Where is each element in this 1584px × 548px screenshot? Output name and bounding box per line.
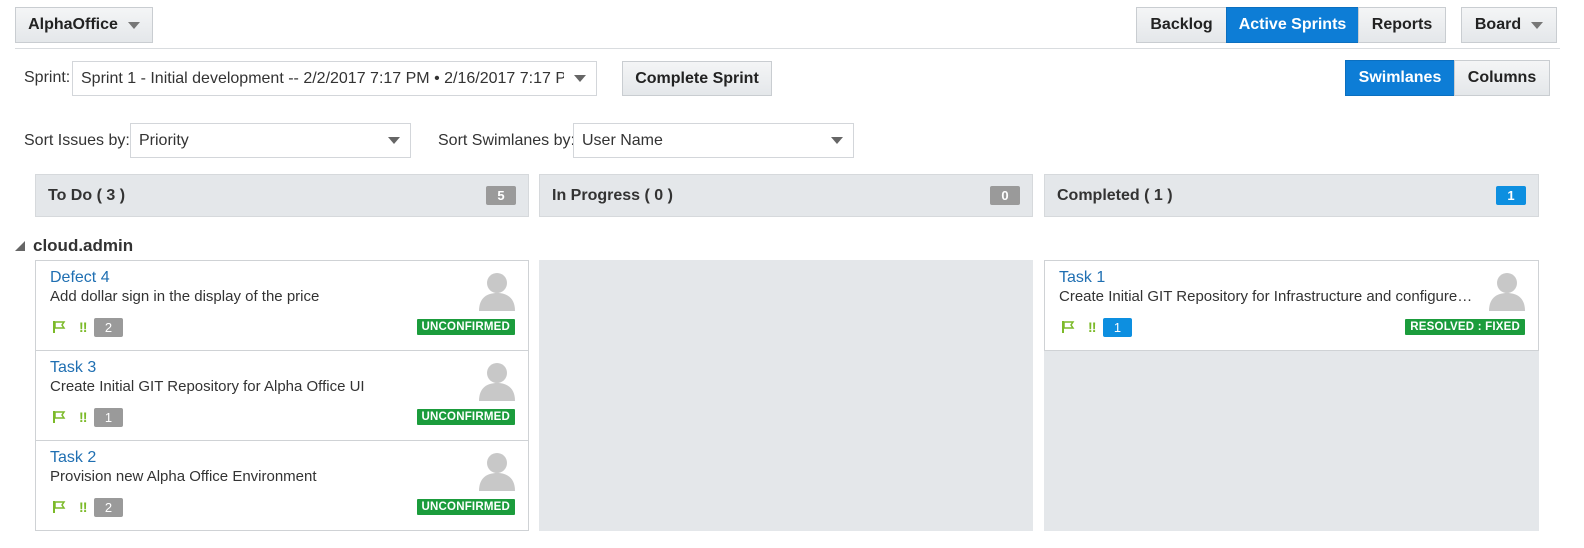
issue-summary: Add dollar sign in the display of the pr… [50,288,320,305]
columns-label: Columns [1467,69,1537,86]
priority-icon: ‼ [79,319,88,335]
column-title: Completed ( 1 ) [1057,186,1173,204]
issue-key-link[interactable]: Task 2 [50,449,96,467]
priority-icon: ‼ [79,409,88,425]
swimlane-name: cloud.admin [33,236,134,255]
issue-card[interactable]: Task 1 Create Initial GIT Repository for… [1044,260,1539,351]
project-name: AlphaOffice [28,16,118,33]
lane-in-progress [539,260,1033,531]
user-avatar-icon [479,273,515,311]
complete-sprint-label: Complete Sprint [635,69,759,87]
active-sprints-label: Active Sprints [1238,16,1347,33]
column-header-todo: To Do ( 3 ) 5 [35,174,529,217]
backlog-button[interactable]: Backlog [1136,7,1227,43]
sort-swimlanes-value: User Name [582,131,663,149]
issue-summary: Create Initial GIT Repository for Alpha … [50,378,365,395]
reports-button[interactable]: Reports [1358,7,1446,43]
board-dropdown[interactable]: Board [1461,7,1557,43]
status-badge: UNCONFIRMED [416,319,515,335]
sort-issues-select[interactable]: Priority [130,123,411,158]
user-avatar-icon [1489,273,1525,311]
priority-icon: ‼ [79,499,88,515]
columns-toggle[interactable]: Columns [1454,60,1550,96]
issue-card[interactable]: Task 2 Provision new Alpha Office Enviro… [35,440,529,531]
issue-type-flag-icon [53,321,66,333]
backlog-label: Backlog [1150,16,1213,33]
priority-icon: ‼ [1088,319,1097,335]
chevron-down-icon [831,137,843,144]
board-label: Board [1474,16,1522,33]
swimlanes-toggle[interactable]: Swimlanes [1345,60,1455,96]
sort-swimlanes-select[interactable]: User Name [573,123,854,158]
status-badge: UNCONFIRMED [416,499,515,515]
project-dropdown[interactable]: AlphaOffice [15,7,153,43]
issue-key-link[interactable]: Task 1 [1059,269,1105,287]
status-badge: UNCONFIRMED [416,409,515,425]
sprint-select[interactable]: Sprint 1 - Initial development -- 2/2/20… [72,61,597,96]
column-count-badge: 5 [486,186,516,205]
column-count-badge: 0 [990,186,1020,205]
sort-issues-value: Priority [139,131,189,149]
user-avatar-icon [479,363,515,401]
column-header-completed: Completed ( 1 ) 1 [1044,174,1539,217]
story-points-badge: 2 [94,318,123,337]
issue-summary: Create Initial GIT Repository for Infras… [1059,288,1473,305]
chevron-down-icon [574,75,586,82]
story-points-badge: 2 [94,498,123,517]
sort-issues-label: Sort Issues by: [24,132,130,149]
reports-label: Reports [1371,16,1433,33]
header-divider [15,48,1560,49]
issue-card[interactable]: Defect 4 Add dollar sign in the display … [35,260,529,351]
story-points-badge: 1 [94,408,123,427]
issue-key-link[interactable]: Defect 4 [50,269,110,287]
chevron-down-icon [1531,21,1544,29]
issue-key-link[interactable]: Task 3 [50,359,96,377]
active-sprints-button[interactable]: Active Sprints [1226,7,1359,43]
swimlanes-label: Swimlanes [1358,69,1442,86]
column-title: In Progress ( 0 ) [552,186,673,204]
status-badge: RESOLVED : FIXED [1405,319,1525,335]
issue-type-flag-icon [53,411,66,423]
swimlane-toggle[interactable]: cloud.admin [14,236,133,256]
column-count-badge: 1 [1496,186,1526,205]
column-header-in-progress: In Progress ( 0 ) 0 [539,174,1033,217]
issue-type-flag-icon [53,501,66,513]
sprint-value: Sprint 1 - Initial development -- 2/2/20… [81,69,564,87]
story-points-badge: 1 [1103,318,1132,337]
collapse-triangle-icon[interactable] [14,240,26,252]
complete-sprint-button[interactable]: Complete Sprint [622,61,772,96]
chevron-down-icon [388,137,400,144]
chevron-down-icon [127,21,140,29]
sort-swimlanes-label: Sort Swimlanes by: [438,132,575,149]
issue-card[interactable]: Task 3 Create Initial GIT Repository for… [35,350,529,441]
issue-type-flag-icon [1062,321,1075,333]
column-title: To Do ( 3 ) [48,186,126,204]
issue-summary: Provision new Alpha Office Environment [50,468,317,485]
sprint-label: Sprint: [24,69,71,86]
user-avatar-icon [479,453,515,491]
